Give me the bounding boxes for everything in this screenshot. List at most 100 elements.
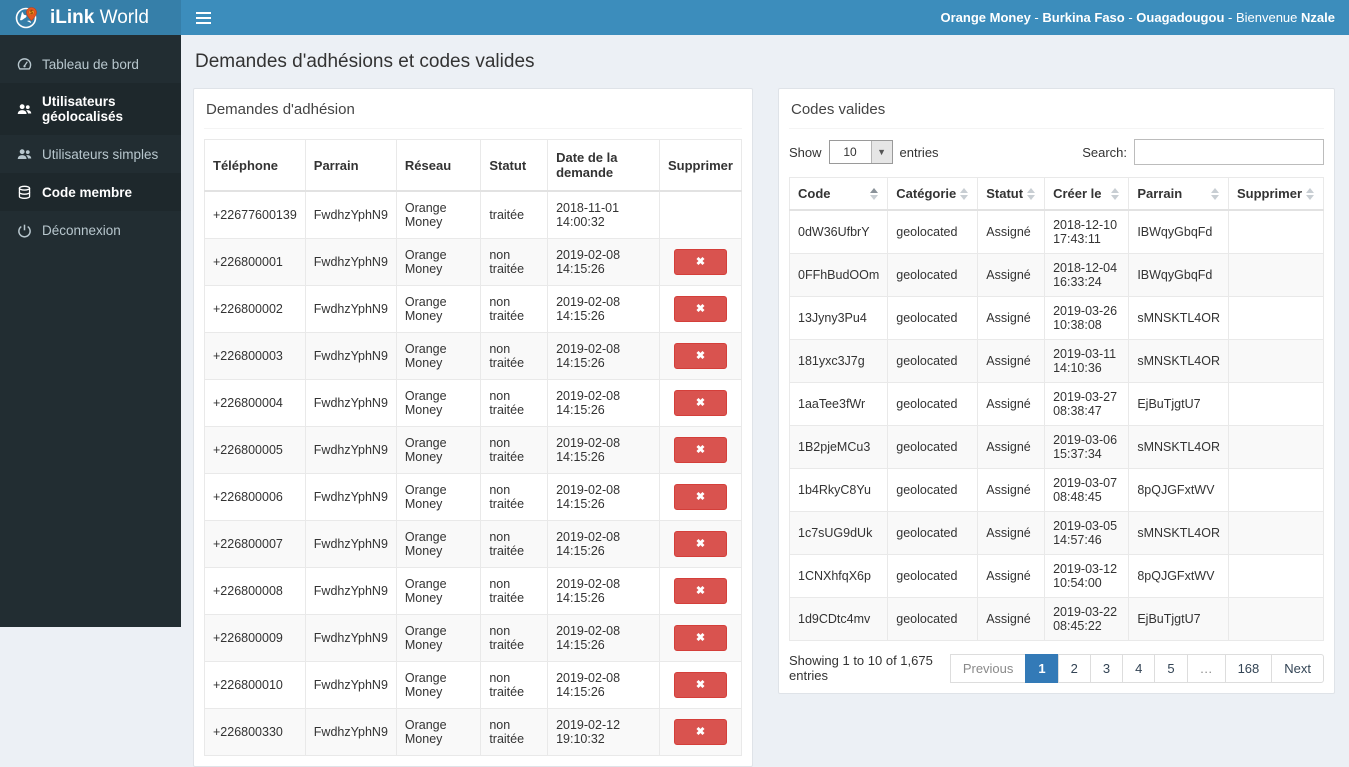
cell-statut: non traitée — [481, 568, 548, 615]
cell-telephone: +226800005 — [205, 427, 306, 474]
cell-code: 1c7sUG9dUk — [790, 512, 888, 555]
delete-button[interactable]: ✖ — [674, 531, 727, 557]
sidebar-item[interactable]: Utilisateurs simples — [0, 135, 181, 173]
cell-statut: Assigné — [978, 512, 1045, 555]
demandes-column-header: Réseau — [396, 140, 480, 192]
cell-reseau: Orange Money — [396, 427, 480, 474]
sidebar-item[interactable]: Déconnexion — [0, 211, 181, 249]
power-icon — [16, 222, 32, 238]
cell-parrain: sMNSKTL4OR — [1129, 512, 1229, 555]
hamburger-icon[interactable] — [181, 0, 226, 35]
user-info-segment: Orange Money — [941, 10, 1043, 25]
cell-reseau: Orange Money — [396, 191, 480, 239]
cell-parrain: FwdhzYphN9 — [305, 662, 396, 709]
cell-date: 2019-02-08 14:15:26 — [548, 474, 660, 521]
cell-creer-le: 2019-03-07 08:48:45 — [1045, 469, 1129, 512]
cell-creer-le: 2019-03-05 14:57:46 — [1045, 512, 1129, 555]
cell-code: 0dW36UfbrY — [790, 210, 888, 254]
delete-button[interactable]: ✖ — [674, 296, 727, 322]
cell-creer-le: 2019-03-12 10:54:00 — [1045, 555, 1129, 598]
codes-column-header[interactable]: Code — [790, 178, 888, 211]
cell-statut: Assigné — [978, 383, 1045, 426]
cell-parrain: FwdhzYphN9 — [305, 380, 396, 427]
cell-statut: non traitée — [481, 380, 548, 427]
cell-reseau: Orange Money — [396, 333, 480, 380]
delete-button[interactable]: ✖ — [674, 719, 727, 745]
cell-parrain: FwdhzYphN9 — [305, 521, 396, 568]
table-row: +226800002 FwdhzYphN9 Orange Money non t… — [205, 286, 742, 333]
sidebar-item[interactable]: Utilisateurs géolocalisés — [0, 83, 181, 135]
pagination-button[interactable]: … — [1187, 654, 1226, 683]
delete-button[interactable]: ✖ — [674, 484, 727, 510]
main-content: Demandes d'adhésions et codes valides De… — [181, 35, 1349, 627]
cell-statut: non traitée — [481, 521, 548, 568]
pagination-button[interactable]: 3 — [1090, 654, 1123, 683]
table-row: +226800009 FwdhzYphN9 Orange Money non t… — [205, 615, 742, 662]
cell-parrain: EjBuTjgtU7 — [1129, 598, 1229, 641]
table-row: +226800007 FwdhzYphN9 Orange Money non t… — [205, 521, 742, 568]
cell-date: 2019-02-08 14:15:26 — [548, 427, 660, 474]
delete-button[interactable]: ✖ — [674, 249, 727, 275]
pagination-button[interactable]: 5 — [1154, 654, 1187, 683]
pagination-button[interactable]: 168 — [1225, 654, 1273, 683]
cell-statut: Assigné — [978, 555, 1045, 598]
cell-statut: Assigné — [978, 598, 1045, 641]
cell-reseau: Orange Money — [396, 380, 480, 427]
pagination-button[interactable]: Next — [1271, 654, 1324, 683]
pagination-button[interactable]: 2 — [1058, 654, 1091, 683]
codes-column-header[interactable]: Statut — [978, 178, 1045, 211]
table-row: +226800004 FwdhzYphN9 Orange Money non t… — [205, 380, 742, 427]
pagination-button[interactable]: 1 — [1025, 654, 1058, 683]
cell-parrain: sMNSKTL4OR — [1129, 297, 1229, 340]
panel-demandes-title: Demandes d'adhésion — [204, 99, 742, 129]
cell-supprimer — [1228, 297, 1323, 340]
cell-supprimer — [1228, 383, 1323, 426]
cell-statut: Assigné — [978, 297, 1045, 340]
cell-reseau: Orange Money — [396, 521, 480, 568]
codes-column-header[interactable]: Créer le — [1045, 178, 1129, 211]
brand[interactable]: $ iLink World — [0, 0, 181, 35]
cell-date: 2019-02-08 14:15:26 — [548, 568, 660, 615]
cell-statut: Assigné — [978, 426, 1045, 469]
codes-column-header[interactable]: Parrain — [1129, 178, 1229, 211]
sidebar: Tableau de bord Utilisateurs géolocalisé… — [0, 35, 181, 627]
cell-parrain: FwdhzYphN9 — [305, 709, 396, 756]
cell-parrain: sMNSKTL4OR — [1129, 340, 1229, 383]
cell-categorie: geolocated — [888, 254, 978, 297]
cell-categorie: geolocated — [888, 340, 978, 383]
search-input[interactable] — [1134, 139, 1324, 165]
table-row: 13Jyny3Pu4 geolocated Assigné 2019-03-26… — [790, 297, 1324, 340]
cell-categorie: geolocated — [888, 383, 978, 426]
sidebar-item[interactable]: Code membre — [0, 173, 181, 211]
table-row: +226800005 FwdhzYphN9 Orange Money non t… — [205, 427, 742, 474]
navbar: Orange MoneyBurkina FasoOuagadougouBienv… — [181, 0, 1349, 35]
sort-icon — [960, 188, 969, 200]
cell-statut: Assigné — [978, 254, 1045, 297]
delete-button[interactable]: ✖ — [674, 625, 727, 651]
top-bar: $ iLink World Orange MoneyBurkina FasoOu… — [0, 0, 1349, 35]
delete-button[interactable]: ✖ — [674, 437, 727, 463]
cell-telephone: +226800330 — [205, 709, 306, 756]
cell-parrain: EjBuTjgtU7 — [1129, 383, 1229, 426]
cell-statut: non traitée — [481, 662, 548, 709]
demandes-column-header: Supprimer — [659, 140, 741, 192]
pagination-button[interactable]: Previous — [950, 654, 1027, 683]
page-length-select[interactable]: 10 ▼ — [829, 140, 893, 164]
sidebar-item[interactable]: Tableau de bord — [0, 45, 181, 83]
codes-column-header[interactable]: Supprimer — [1228, 178, 1323, 211]
pagination-button[interactable]: 4 — [1122, 654, 1155, 683]
cell-telephone: +226800010 — [205, 662, 306, 709]
cell-creer-le: 2019-03-11 14:10:36 — [1045, 340, 1129, 383]
delete-button[interactable]: ✖ — [674, 672, 727, 698]
table-row: 0FFhBudOOm geolocated Assigné 2018-12-04… — [790, 254, 1324, 297]
sort-icon — [870, 188, 879, 200]
delete-button[interactable]: ✖ — [674, 343, 727, 369]
cell-creer-le: 2019-03-26 10:38:08 — [1045, 297, 1129, 340]
delete-button[interactable]: ✖ — [674, 390, 727, 416]
sidebar-menu: Tableau de bord Utilisateurs géolocalisé… — [0, 35, 181, 249]
codes-column-header[interactable]: Catégorie — [888, 178, 978, 211]
search-control: Search: — [1082, 139, 1324, 165]
delete-button[interactable]: ✖ — [674, 578, 727, 604]
table-row: 1c7sUG9dUk geolocated Assigné 2019-03-05… — [790, 512, 1324, 555]
cell-parrain: FwdhzYphN9 — [305, 427, 396, 474]
